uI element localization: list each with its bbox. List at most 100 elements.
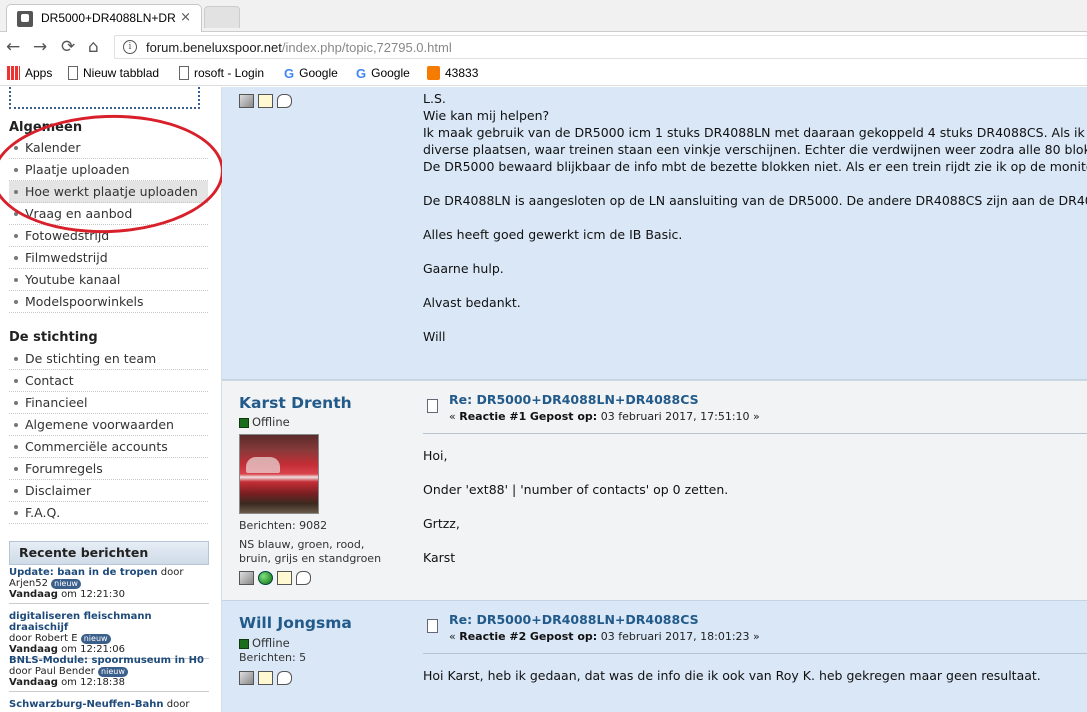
recent-title-link[interactable]: digitaliseren fleischmann draaischijf	[9, 611, 152, 633]
post-body-line: Karst	[423, 550, 456, 565]
post-body-line: Wie kan mij helpen?	[423, 108, 550, 123]
site-info-icon[interactable]: i	[123, 40, 137, 54]
sidebar-item-youtube-kanaal[interactable]: Youtube kanaal	[9, 269, 208, 291]
bookmark-nieuw-tabblad[interactable]: Nieuw tabblad	[68, 66, 159, 80]
post-body-line: De DR5000 bewaard blijkbaar de info mbt …	[423, 159, 1087, 174]
sidebar-item-algemene-voorwaarden[interactable]: Algemene voorwaarden	[9, 414, 208, 436]
tab-strip: DR5000+DR4088LN+DR ×	[0, 0, 1087, 32]
pm-icon[interactable]	[277, 671, 292, 685]
address-toolbar: ← → ⟳ ⌂ i forum.beneluxspoor.net/index.p…	[0, 32, 1087, 62]
sidebar-item-contact[interactable]: Contact	[9, 370, 208, 392]
site-favicon-icon	[17, 11, 33, 27]
bookmark-google-2[interactable]: G Google	[356, 66, 410, 81]
url-field[interactable]: i forum.beneluxspoor.net/index.php/topic…	[114, 35, 1087, 59]
avatar	[239, 434, 319, 514]
sidebar-item-disclaimer[interactable]: Disclaimer	[9, 480, 208, 502]
post-reply-1: Karst Drenth Offline Berichten: 9082 NS …	[222, 380, 1087, 600]
online-status: Offline	[239, 636, 290, 650]
recent-author[interactable]: Robert E	[35, 633, 78, 644]
home-icon[interactable]: ⌂	[88, 37, 99, 57]
post-action-icons	[239, 571, 311, 585]
google-icon: G	[356, 66, 367, 81]
profile-icon[interactable]	[239, 94, 254, 108]
post-divider	[423, 653, 1087, 654]
browser-tab[interactable]: DR5000+DR4088LN+DR ×	[6, 4, 202, 32]
forum-page: Algemeen Kalender Plaatje uploaden Hoe w…	[0, 87, 1087, 712]
post-subject[interactable]: Re: DR5000+DR4088LN+DR4088CS	[449, 392, 699, 407]
recent-item: BNLS-Module: spoormuseum in H0 door Paul…	[9, 655, 209, 692]
sidebar: Algemeen Kalender Plaatje uploaden Hoe w…	[0, 87, 226, 712]
sidebar-item-forumregels[interactable]: Forumregels	[9, 458, 208, 480]
reply-number[interactable]: Reactie #1	[459, 410, 526, 423]
bookmark-google-1[interactable]: G Google	[284, 66, 338, 81]
post-body-line: L.S.	[423, 91, 446, 106]
search-box-bottom	[9, 87, 200, 109]
post-author[interactable]: Will Jongsma	[239, 614, 352, 632]
new-badge: nieuw	[51, 579, 81, 589]
sidebar-item-modelspoorwinkels[interactable]: Modelspoorwinkels	[9, 291, 208, 313]
reload-icon[interactable]: ⟳	[61, 37, 75, 57]
new-badge: nieuw	[98, 667, 128, 677]
sidebar-item-plaatje-uploaden[interactable]: Plaatje uploaden	[9, 159, 208, 181]
post-action-icons	[239, 94, 292, 108]
bookmark-rosoft-login[interactable]: rosoft - Login	[179, 66, 264, 80]
recent-author[interactable]: Paul Bender	[35, 666, 95, 677]
post-body-line: Gaarne hulp.	[423, 261, 504, 276]
recent-title-link[interactable]: Update: baan in de tropen	[9, 567, 158, 578]
close-tab-icon[interactable]: ×	[180, 10, 191, 25]
page-icon	[179, 66, 189, 80]
post-body-line: Hoi Karst, heb ik gedaan, dat was de inf…	[423, 668, 1041, 683]
shield-icon	[427, 66, 440, 80]
recent-item: Schwarzburg-Neuffen-Bahn door	[9, 699, 190, 710]
post-subject[interactable]: Re: DR5000+DR4088LN+DR4088CS	[449, 612, 699, 627]
recent-title-link[interactable]: Schwarzburg-Neuffen-Bahn	[9, 699, 164, 710]
email-icon[interactable]	[258, 94, 273, 108]
sidebar-item-commerciele-accounts[interactable]: Commerciële accounts	[9, 436, 208, 458]
recent-title-link[interactable]: BNLS-Module: spoormuseum in H0	[9, 655, 204, 666]
website-globe-icon[interactable]	[258, 571, 273, 585]
email-icon[interactable]	[277, 571, 292, 585]
post-reply-2: Will Jongsma Offline Berichten: 5 Re: DR…	[222, 600, 1087, 712]
pm-icon[interactable]	[296, 571, 311, 585]
sidebar-item-fotowedstrijd[interactable]: Fotowedstrijd	[9, 225, 208, 247]
sidebar-item-filmwedstrijd[interactable]: Filmwedstrijd	[9, 247, 208, 269]
new-tab-button[interactable]	[204, 6, 240, 28]
bookmarks-bar: Apps Nieuw tabblad rosoft - Login G Googl…	[0, 62, 1087, 86]
email-icon[interactable]	[258, 671, 273, 685]
reply-number[interactable]: Reactie #2	[459, 630, 526, 643]
post-body-line: Alvast bedankt.	[423, 295, 521, 310]
post-body-line: De DR4088LN is aangesloten op de LN aans…	[423, 193, 1087, 208]
recent-author[interactable]: Arjen52	[9, 578, 48, 589]
forward-arrow-icon[interactable]: →	[33, 37, 47, 57]
post-body-line: Hoi,	[423, 448, 448, 463]
post-count: Berichten: 9082	[239, 519, 328, 532]
post-action-icons	[239, 671, 292, 685]
post-reply-meta: « Reactie #1 Gepost op: 03 februari 2017…	[449, 410, 760, 423]
post-author[interactable]: Karst Drenth	[239, 394, 352, 412]
bookmark-apps[interactable]: Apps	[7, 66, 52, 80]
google-icon: G	[284, 66, 295, 81]
page-icon	[68, 66, 78, 80]
bookmark-43833[interactable]: 43833	[427, 66, 478, 80]
recente-berichten-heading: Recente berichten	[9, 541, 209, 565]
sidebar-item-stichting-en-team[interactable]: De stichting en team	[9, 348, 208, 370]
post-subject-icon	[427, 399, 438, 413]
signature-line: NS blauw, groen, rood,	[239, 538, 365, 551]
pm-icon[interactable]	[277, 94, 292, 108]
apps-grid-icon	[7, 66, 20, 80]
post-body-line: Grtzz,	[423, 516, 460, 531]
post-count: Berichten: 5	[239, 651, 307, 664]
profile-icon[interactable]	[239, 671, 254, 685]
sidebar-item-vraag-en-aanbod[interactable]: Vraag en aanbod	[9, 203, 208, 225]
signature-line: bruin, grijs en standgroen	[239, 552, 382, 565]
post-body-line: Onder 'ext88' | 'number of contacts' op …	[423, 482, 729, 497]
url-path: /index.php/topic,72795.0.html	[281, 40, 452, 55]
sidebar-item-financieel[interactable]: Financieel	[9, 392, 208, 414]
new-badge: nieuw	[80, 634, 111, 644]
sidebar-item-hoe-werkt-plaatje-uploaden[interactable]: Hoe werkt plaatje uploaden	[9, 181, 208, 203]
sidebar-item-faq[interactable]: F.A.Q.	[9, 502, 208, 524]
online-status: Offline	[239, 415, 290, 429]
profile-icon[interactable]	[239, 571, 254, 585]
sidebar-item-kalender[interactable]: Kalender	[9, 137, 208, 159]
back-arrow-icon[interactable]: ←	[6, 37, 20, 57]
